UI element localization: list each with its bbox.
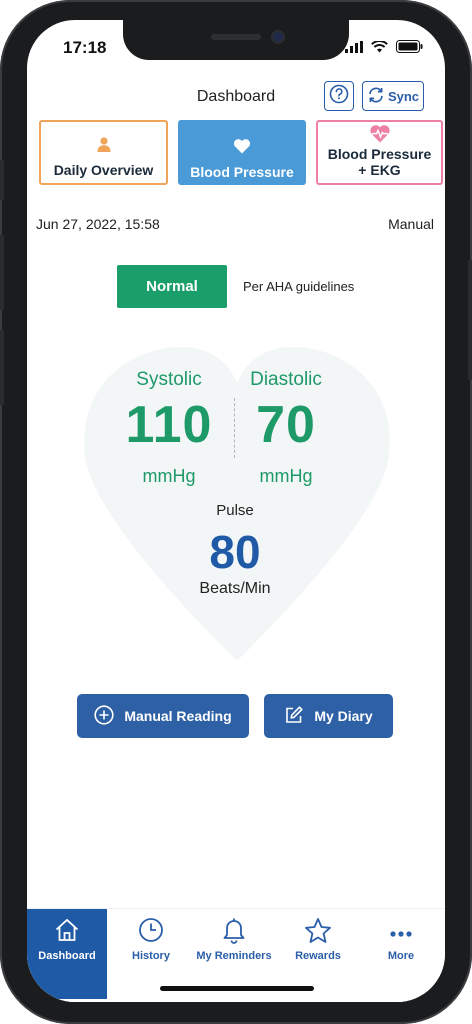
front-camera (273, 32, 283, 42)
status-time: 17:18 (63, 38, 107, 57)
tab-blood-pressure-ekg[interactable]: Blood Pressure + EKG (316, 120, 443, 185)
reading-mode: Manual (388, 216, 434, 232)
nav-label: History (132, 950, 170, 962)
home-icon (54, 915, 80, 945)
star-icon (304, 915, 332, 945)
pulse-unit: Beats/Min (199, 580, 271, 597)
tab-label-line2: + EKG (358, 162, 401, 178)
nav-label: More (387, 950, 415, 962)
battery-icon (396, 40, 423, 58)
add-circle-icon (94, 704, 114, 728)
nav-label: Dashboard (38, 950, 96, 962)
diastolic-value: 70 (256, 396, 316, 454)
systolic-label: Systolic (136, 369, 202, 390)
my-diary-button[interactable]: My Diary (264, 694, 393, 738)
sync-label: Sync (387, 88, 420, 104)
tab-label: Blood Pressure (190, 164, 294, 180)
systolic-value: 110 (125, 396, 213, 454)
clock-icon (138, 915, 164, 945)
mute-switch (0, 160, 4, 200)
tab-label: Daily Overview (53, 162, 154, 178)
diastolic-unit: mmHg (259, 466, 313, 486)
tab-blood-pressure[interactable]: Blood Pressure (178, 120, 306, 185)
wifi-icon (371, 40, 388, 58)
heart-pulse-icon (369, 124, 391, 143)
power-button (468, 260, 472, 380)
edit-icon (284, 705, 304, 728)
status-badge: Normal (117, 265, 227, 308)
manual-reading-button[interactable]: Manual Reading (77, 694, 249, 738)
phone-frame: 17:18 Dashboard Sync Daily Overview Bloo… (0, 0, 472, 1024)
status-icons (345, 40, 423, 58)
nav-label: My Reminders (196, 950, 272, 962)
signal-icon (345, 40, 363, 58)
tab-daily-overview[interactable]: Daily Overview (39, 120, 168, 185)
speaker (211, 34, 261, 40)
person-icon (97, 137, 111, 152)
home-indicator[interactable] (160, 986, 314, 991)
volume-up-button (0, 235, 4, 310)
pulse-value: 80 (209, 526, 261, 578)
my-diary-label: My Diary (314, 708, 373, 724)
question-icon (329, 84, 349, 109)
help-button[interactable] (324, 81, 354, 111)
notch (123, 20, 349, 60)
tab-label-line1: Blood Pressure (327, 146, 432, 162)
nav-more[interactable]: More (361, 909, 441, 999)
volume-down-button (0, 330, 4, 405)
guideline-text: Per AHA guidelines (243, 279, 355, 294)
systolic-unit: mmHg (142, 466, 196, 486)
heart-icon (233, 138, 251, 154)
nav-label: Rewards (295, 950, 341, 962)
more-icon (388, 915, 414, 945)
sync-icon (367, 86, 385, 107)
diastolic-label: Diastolic (250, 369, 322, 390)
nav-dashboard[interactable]: Dashboard (27, 909, 107, 999)
pulse-label: Pulse (216, 502, 254, 519)
app-screen: 17:18 Dashboard Sync Daily Overview Bloo… (27, 20, 445, 1002)
bell-icon (221, 915, 247, 945)
manual-reading-label: Manual Reading (124, 708, 232, 724)
sync-button[interactable]: Sync (362, 81, 424, 111)
reading-datetime: Jun 27, 2022, 15:58 (36, 216, 160, 232)
